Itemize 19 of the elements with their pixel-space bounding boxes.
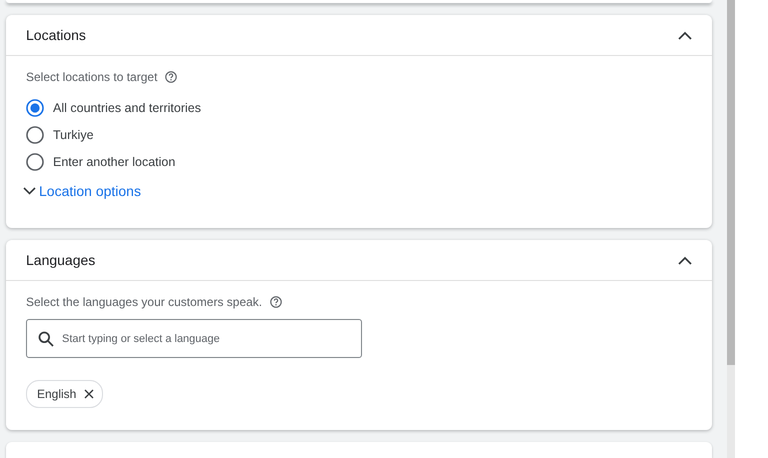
chevron-up-icon[interactable] bbox=[678, 256, 692, 264]
radio-button[interactable] bbox=[26, 152, 44, 170]
radio-label[interactable]: Turkiye bbox=[53, 128, 94, 142]
help-icon[interactable] bbox=[270, 296, 282, 308]
help-icon[interactable] bbox=[165, 71, 178, 83]
scrollbar[interactable] bbox=[727, 0, 735, 458]
radio-label[interactable]: All countries and territories bbox=[53, 100, 201, 114]
section-title: Locations bbox=[26, 27, 86, 43]
close-icon[interactable] bbox=[84, 389, 94, 399]
location-options-link[interactable]: Location options bbox=[23, 183, 141, 199]
chip-label: English bbox=[37, 387, 76, 401]
radio-label[interactable]: Enter another location bbox=[53, 154, 176, 168]
prompt-text: Select the languages your customers speak. bbox=[26, 295, 262, 309]
language-search-field[interactable]: Start typing or select a language bbox=[26, 319, 362, 358]
prompt-text: Select locations to target bbox=[26, 70, 158, 84]
radio-button[interactable] bbox=[26, 126, 44, 144]
chevron-up-icon[interactable] bbox=[678, 30, 692, 40]
radio-button[interactable] bbox=[26, 98, 44, 116]
section-title: Languages bbox=[26, 252, 96, 268]
